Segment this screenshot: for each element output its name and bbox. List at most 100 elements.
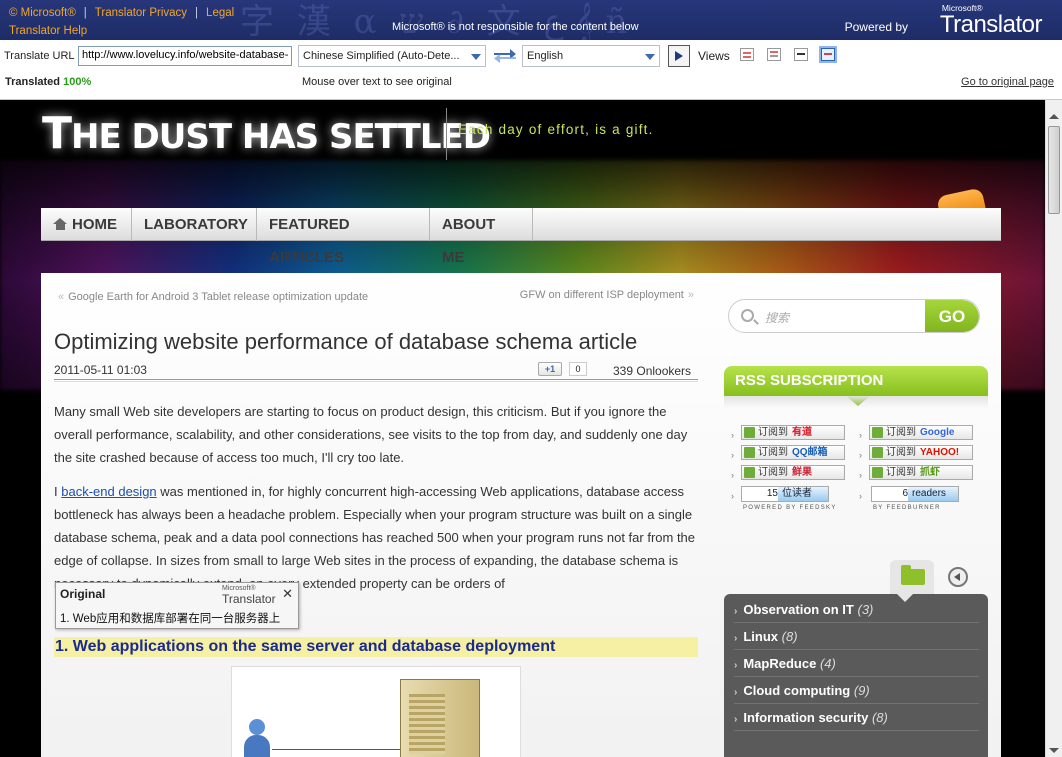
- content-panel: «Google Earth for Android 3 Tablet relea…: [41, 273, 1001, 757]
- chevron-right-icon: ›: [731, 450, 734, 460]
- back-end-design-link[interactable]: back-end design: [61, 484, 156, 499]
- tab-categories[interactable]: [890, 560, 934, 594]
- next-post-title: GFW on different ISP deployment: [519, 289, 684, 301]
- legal-link[interactable]: Legal: [206, 7, 234, 19]
- title-divider: [446, 108, 447, 160]
- server-icon: [400, 679, 480, 757]
- scroll-up-icon[interactable]: [1049, 114, 1059, 119]
- powered-by-label: Powered by: [844, 20, 908, 34]
- paragraph-2: I back-end design was mentioned in, for …: [54, 480, 702, 595]
- from-language-select[interactable]: Chinese Simplified (Auto-Dete...: [298, 45, 486, 67]
- translator-help-link[interactable]: Translator Help: [9, 25, 87, 37]
- prev-arrow: «: [58, 291, 65, 303]
- google-plus-one-button[interactable]: +1: [538, 362, 562, 376]
- category-item[interactable]: › Cloud computing (9): [734, 677, 979, 704]
- category-item[interactable]: › Observation on IT (3): [734, 596, 979, 623]
- scroll-thumb[interactable]: [1048, 126, 1060, 214]
- next-post-link[interactable]: GFW on different ISP deployment»: [520, 289, 698, 301]
- feedburner-unit: readers: [912, 488, 946, 499]
- translator-header: 字 漢 α ש ∂ 文 ع 𝄞 ñ © Microsoft® | Translato…: [0, 0, 1062, 40]
- feed-icon: [872, 467, 883, 478]
- nav-about-me[interactable]: ABOUT ME: [430, 208, 533, 266]
- microsoft-link[interactable]: © Microsoft®: [9, 7, 76, 19]
- post-title: Optimizing website performance of databa…: [54, 329, 638, 354]
- feedsky-reader-count[interactable]: 15 位读者: [741, 486, 829, 502]
- translated-status: Translated 100%: [5, 76, 91, 88]
- feedsky-unit: 位读者: [782, 488, 812, 499]
- search-input[interactable]: 搜索: [765, 309, 789, 326]
- chevron-right-icon: ›: [859, 450, 862, 460]
- link-separator: |: [195, 7, 199, 19]
- view-top-bottom-icon[interactable]: [767, 48, 781, 61]
- subscribe-youdao-button[interactable]: 订阅到 有道: [741, 425, 845, 440]
- close-icon[interactable]: ✕: [282, 586, 293, 602]
- feedburner-reader-count[interactable]: 6 readers: [871, 486, 959, 502]
- subscribe-xianguo-button[interactable]: 订阅到 鲜果: [741, 465, 845, 480]
- feed-icon: [872, 447, 883, 458]
- translated-percent: 100%: [63, 76, 92, 88]
- scroll-down-icon[interactable]: [1049, 748, 1059, 753]
- chevron-right-icon: ›: [734, 633, 738, 644]
- translate-go-button[interactable]: [668, 45, 690, 67]
- to-language-value: English: [527, 50, 564, 62]
- nav-featured-articles[interactable]: FEATURED ARTICLES: [257, 208, 430, 266]
- tooltip-brand: Translator: [222, 592, 276, 606]
- connection-line: [272, 749, 402, 750]
- feedsky-count: 15: [742, 487, 778, 501]
- go-to-original-link[interactable]: Go to original page: [961, 76, 1054, 88]
- swap-languages-icon[interactable]: [492, 48, 518, 64]
- chevron-right-icon: ›: [731, 470, 734, 480]
- subscribe-qqmail-button[interactable]: 订阅到 QQ邮箱: [741, 445, 845, 460]
- subscribe-prefix: 订阅到: [886, 447, 916, 458]
- tooltip-title: Original: [60, 587, 106, 601]
- translate-controls: Translate URL http://www.lovelucy.info/w…: [0, 40, 1062, 100]
- tab-archives[interactable]: [945, 564, 971, 590]
- category-item[interactable]: › Information security (8): [734, 704, 979, 731]
- subscribe-yahoo-button[interactable]: 订阅到 YAHOO!: [869, 445, 973, 460]
- subscribe-prefix: 订阅到: [886, 467, 916, 478]
- category-name: MapReduce: [743, 656, 817, 671]
- previous-post-link[interactable]: «Google Earth for Android 3 Tablet relea…: [54, 289, 374, 306]
- feed-icon: [744, 447, 755, 458]
- subscribe-prefix: 订阅到: [886, 427, 916, 438]
- plus-one-count: 0: [569, 362, 587, 376]
- page-scrollbar[interactable]: [1045, 100, 1062, 757]
- view-translation-only-icon[interactable]: [819, 46, 837, 63]
- search-go-button[interactable]: GO: [925, 300, 979, 332]
- feedburner-count: 6: [872, 487, 908, 501]
- subscribe-prefix: 订阅到: [758, 467, 788, 478]
- from-language-value: Chinese Simplified (Auto-Dete...: [303, 50, 460, 62]
- search-icon: [741, 309, 754, 322]
- subscribe-prefix: 订阅到: [758, 447, 788, 458]
- to-language-select[interactable]: English: [522, 45, 660, 67]
- view-hover-icon[interactable]: [794, 48, 808, 61]
- chevron-right-icon: ›: [734, 606, 738, 617]
- rss-header-shadow: [724, 396, 988, 408]
- section-heading: 1. Web applications on the same server a…: [54, 637, 698, 657]
- service-name: 鲜果: [792, 467, 812, 478]
- category-name: Linux: [743, 629, 779, 644]
- post-date: 2011-05-11 01:03: [54, 363, 147, 377]
- feed-icon: [744, 467, 755, 478]
- site-title[interactable]: THE DUST HAS SETTLED: [42, 108, 491, 159]
- nav-home[interactable]: HOME: [41, 208, 132, 241]
- subscribe-zhuaxia-button[interactable]: 订阅到 抓虾: [869, 465, 973, 480]
- category-item[interactable]: › Linux (8): [734, 623, 979, 650]
- translator-logo[interactable]: Microsoft® Translator: [940, 3, 1043, 37]
- paragraph-2-text: was mentioned in, for highly concurrent …: [54, 484, 696, 591]
- translator-privacy-link[interactable]: Translator Privacy: [95, 7, 187, 19]
- chevron-right-icon: ›: [734, 714, 738, 725]
- url-input[interactable]: http://www.lovelucy.info/website-databas…: [78, 46, 292, 66]
- nav-laboratory[interactable]: LABORATORY: [132, 208, 257, 241]
- feedburner-credit: BY FEEDBURNER: [873, 505, 941, 511]
- paragraph-2-lead: I: [54, 484, 58, 499]
- category-name: Cloud computing: [743, 683, 851, 698]
- subscribe-google-button[interactable]: 订阅到 Google: [869, 425, 973, 440]
- translated-label: Translated: [5, 76, 61, 88]
- view-side-by-side-icon[interactable]: [740, 48, 754, 61]
- category-item[interactable]: › MapReduce (4): [734, 650, 979, 677]
- disclaimer-text: Microsoft® is not responsible for the co…: [392, 21, 639, 33]
- category-count: (4): [819, 656, 836, 671]
- chevron-right-icon: ›: [859, 491, 862, 501]
- category-name: Observation on IT: [743, 602, 854, 617]
